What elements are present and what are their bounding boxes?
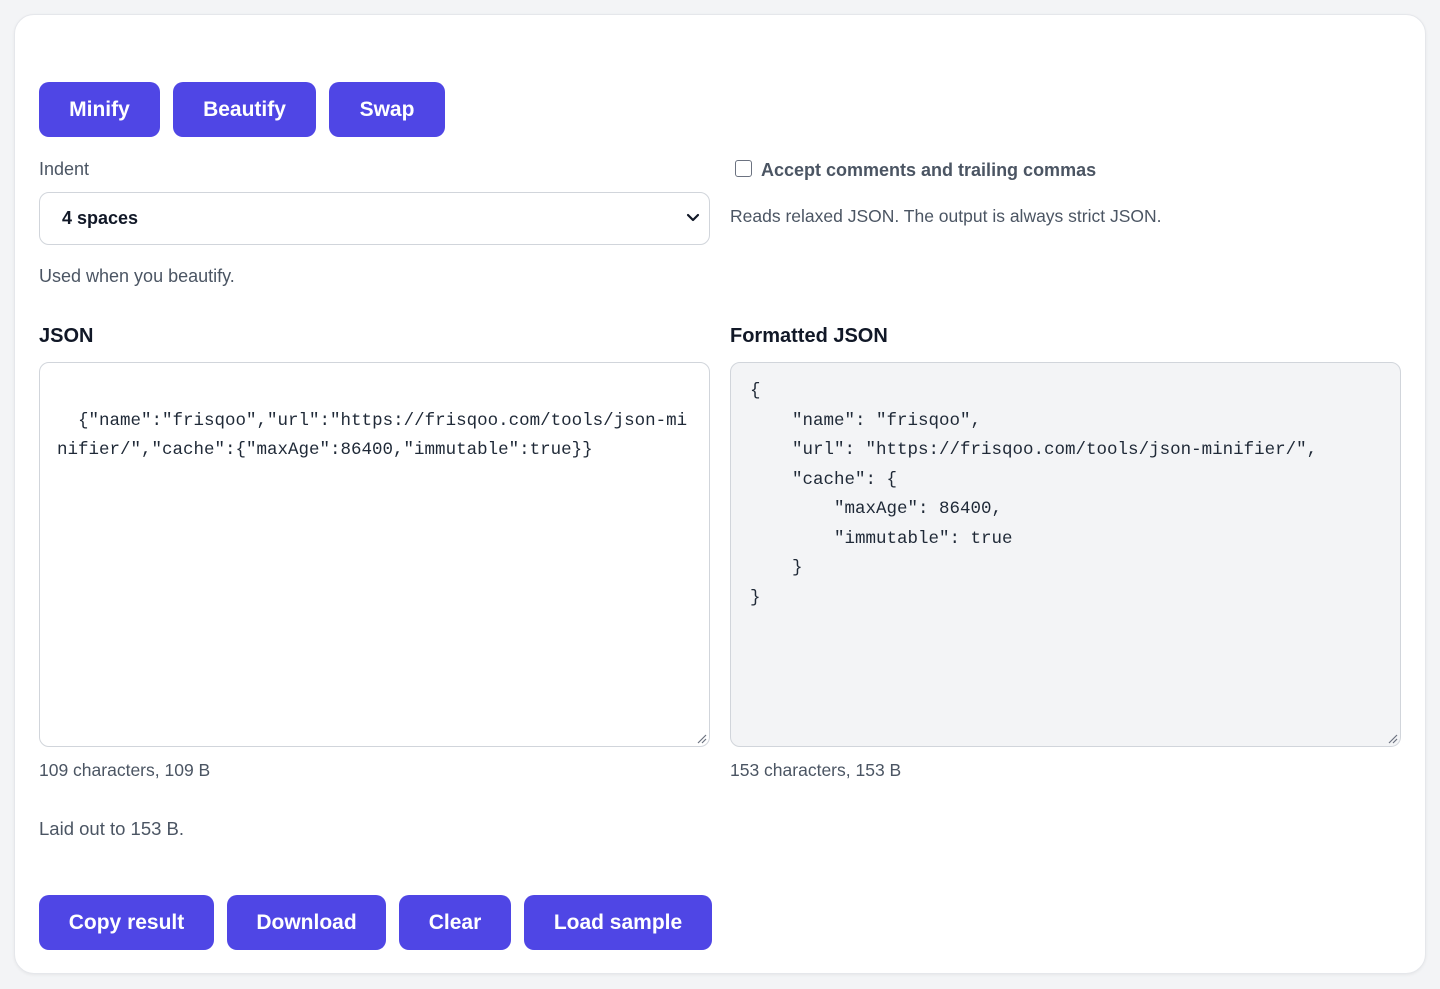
relaxed-json-checkbox[interactable] <box>735 160 752 177</box>
download-button[interactable]: Download <box>227 895 386 950</box>
relaxed-json-label[interactable]: Accept comments and trailing commas <box>761 160 1096 181</box>
minify-button[interactable]: Minify <box>39 82 160 137</box>
chevron-down-icon <box>686 213 700 222</box>
input-stats: 109 characters, 109 B <box>39 760 211 780</box>
indent-label: Indent <box>39 159 90 179</box>
swap-button[interactable]: Swap <box>329 82 445 137</box>
copy-result-button[interactable]: Copy result <box>39 895 214 950</box>
json-input-textarea[interactable]: {"name":"frisqoo","url":"https://frisqoo… <box>39 362 710 747</box>
indent-select-value: 4 spaces <box>62 208 139 228</box>
json-input-text: {"name":"frisqoo","url":"https://frisqoo… <box>57 410 688 461</box>
output-stats: 153 characters, 153 B <box>730 760 902 780</box>
output-title: Formatted JSON <box>730 325 888 347</box>
load-sample-button[interactable]: Load sample <box>524 895 712 950</box>
indent-select[interactable]: 4 spaces <box>39 192 710 245</box>
json-output-text: { "name": "frisqoo", "url": "https://fri… <box>750 381 1318 608</box>
beautify-button[interactable]: Beautify <box>173 82 316 137</box>
resize-grip-icon[interactable] <box>696 733 707 744</box>
status-message: Laid out to 153 B. <box>39 818 185 839</box>
clear-button[interactable]: Clear <box>399 895 511 950</box>
json-output-textarea[interactable]: { "name": "frisqoo", "url": "https://fri… <box>730 362 1401 747</box>
resize-grip-icon[interactable] <box>1387 733 1398 744</box>
indent-help: Used when you beautify. <box>39 266 235 286</box>
input-title: JSON <box>39 325 94 347</box>
relaxed-json-help: Reads relaxed JSON. The output is always… <box>730 206 1162 226</box>
